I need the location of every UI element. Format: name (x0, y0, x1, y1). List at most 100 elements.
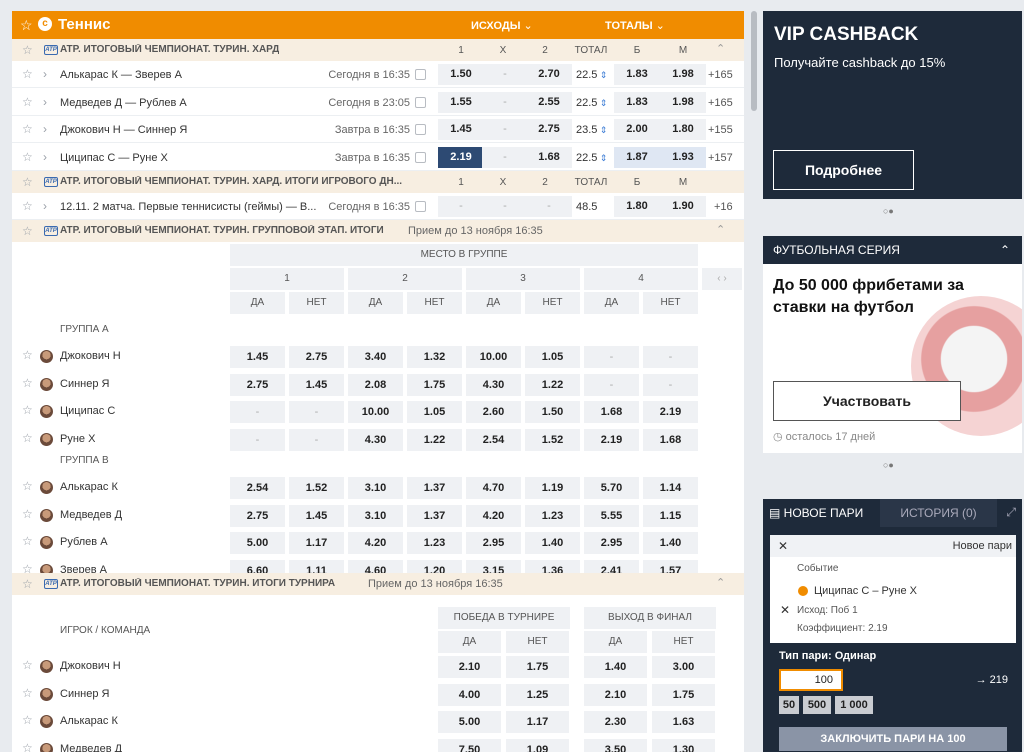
star-icon[interactable]: ☆ (22, 67, 33, 81)
odd-cell[interactable]: 2.60 (466, 401, 521, 423)
stake-input[interactable]: 100 (779, 669, 843, 691)
odd-cell[interactable]: 3.10 (348, 477, 403, 499)
quick-stake-1000[interactable]: 1 000 (835, 696, 873, 714)
odd-2[interactable]: 2.75 (526, 119, 572, 140)
stats-icon[interactable] (415, 151, 426, 163)
close-icon[interactable]: ✕ (778, 539, 788, 553)
odd-cell[interactable]: 10.00 (348, 401, 403, 423)
match-name[interactable]: 12.11. 2 матча. Первые теннисисты (геймы… (60, 201, 325, 213)
odd-cell[interactable]: - (643, 373, 698, 396)
odd-cell[interactable]: 2.95 (584, 532, 639, 554)
star-icon[interactable]: ☆ (22, 658, 33, 672)
star-icon[interactable]: ☆ (20, 17, 33, 34)
odd-cell[interactable]: 1.25 (506, 683, 569, 706)
odd-cell[interactable]: 1.22 (525, 373, 580, 396)
more-markets[interactable]: +155 (708, 124, 733, 136)
odd-cell[interactable]: 1.09 (506, 738, 569, 752)
odd-under[interactable]: 1.98 (660, 64, 706, 85)
odd-cell[interactable]: 2.30 (584, 711, 647, 733)
odd-cell[interactable]: 2.08 (348, 373, 403, 396)
odd-cell[interactable]: 1.52 (289, 477, 344, 499)
quick-stake-500[interactable]: 500 (803, 696, 831, 714)
odd-cell[interactable]: 1.32 (407, 346, 462, 368)
total-selector[interactable]: 22.5 ⇕ (576, 97, 607, 109)
star-icon[interactable]: ☆ (22, 741, 33, 752)
more-button[interactable]: Подробнее (773, 150, 914, 190)
football-series-banner[interactable]: ФУТБОЛЬНАЯ СЕРИЯ ⌃ До 50 000 фрибетами за… (763, 236, 1022, 453)
more-markets[interactable]: +165 (708, 69, 733, 81)
odd-cell[interactable]: 1.50 (525, 401, 580, 423)
football-header[interactable]: ФУТБОЛЬНАЯ СЕРИЯ ⌃ (763, 236, 1022, 264)
odd-cell[interactable]: 1.17 (506, 711, 569, 733)
odd-x[interactable]: - (482, 91, 528, 113)
stats-icon[interactable] (415, 124, 426, 135)
star-icon[interactable]: ☆ (22, 403, 33, 417)
odd-cell[interactable]: 1.63 (652, 711, 715, 733)
league-header[interactable]: ☆ ATP ATP. ИТОГОВЫЙ ЧЕМПИОНАТ. ТУРИН. ХА… (12, 171, 744, 193)
more-markets[interactable]: +165 (708, 97, 733, 109)
odd-cell[interactable]: 1.68 (643, 428, 698, 451)
up-down-icon[interactable]: ⇕ (597, 125, 608, 135)
odd-cell[interactable]: - (289, 428, 344, 451)
odd-cell[interactable]: 2.19 (584, 428, 639, 451)
odd-under[interactable]: 1.80 (660, 119, 706, 140)
total-selector[interactable]: 23.5 ⇕ (576, 124, 607, 136)
odd-cell[interactable]: 2.75 (230, 373, 285, 396)
star-icon[interactable]: ☆ (22, 224, 33, 238)
odd-under[interactable]: 1.93 (660, 146, 706, 168)
odd-cell[interactable]: 1.75 (506, 656, 569, 678)
vip-cashback-banner[interactable]: VIP CASHBACK Получайте cashback до 15% П… (763, 11, 1022, 199)
up-down-icon[interactable]: ⇕ (597, 153, 608, 163)
odd-cell[interactable]: 4.00 (438, 683, 501, 706)
carousel-dots[interactable]: ○● (883, 206, 894, 216)
odd-cell[interactable]: 3.50 (584, 738, 647, 752)
place-bet-button[interactable]: ЗАКЛЮЧИТЬ ПАРИ НА 100 (779, 727, 1007, 751)
odd-cell[interactable]: - (230, 401, 285, 423)
odd-under[interactable]: 1.98 (660, 91, 706, 113)
league-header[interactable]: ☆ ATP ATP. ИТОГОВЫЙ ЧЕМПИОНАТ. ТУРИН. ИТ… (12, 573, 744, 595)
odd-cell[interactable]: 2.54 (466, 428, 521, 451)
collapse-icon[interactable]: ⌃ (716, 576, 725, 589)
odd-cell[interactable]: 1.05 (407, 401, 462, 423)
odd-cell[interactable]: 1.19 (525, 477, 580, 499)
odd-cell[interactable]: - (230, 428, 285, 451)
odd-over[interactable]: 2.00 (614, 119, 660, 140)
bet-type[interactable]: Тип пари: Одинар (779, 650, 876, 662)
odd-x[interactable]: - (482, 64, 528, 85)
odd-cell[interactable]: 1.30 (652, 738, 715, 752)
collapse-icon[interactable]: ⌃ (716, 223, 725, 236)
odd-1[interactable]: 1.45 (438, 119, 484, 140)
tab-new-bet[interactable]: ▤ НОВОЕ ПАРИ (763, 499, 880, 527)
chevron-right-icon[interactable]: › (43, 199, 47, 213)
odd-cell[interactable]: 1.37 (407, 477, 462, 499)
scroll-arrows[interactable]: ‹ › (702, 268, 742, 290)
odd-cell[interactable]: 2.75 (289, 346, 344, 368)
stats-icon[interactable] (415, 96, 426, 108)
odd-cell[interactable]: 1.22 (407, 428, 462, 451)
match-row[interactable]: ☆ › Циципас С — Руне Х Завтра в 16:35 2.19-1… (12, 144, 744, 171)
odd-1[interactable]: - (438, 196, 484, 217)
chevron-right-icon[interactable]: › (43, 150, 47, 164)
total-selector[interactable]: 22.5 ⇕ (576, 69, 607, 81)
match-row[interactable]: ☆ › Джокович Н — Синнер Я Завтра в 16:35 1.4… (12, 116, 744, 143)
match-row[interactable]: ☆ › 12.11. 2 матча. Первые теннисисты (г… (12, 193, 744, 220)
outcomes-dropdown[interactable]: ИСХОДЫ (471, 19, 533, 32)
odd-x[interactable]: - (482, 119, 528, 140)
chevron-right-icon[interactable]: › (43, 122, 47, 136)
star-icon[interactable]: ☆ (22, 43, 33, 57)
odd-cell[interactable]: 2.19 (643, 401, 698, 423)
odd-cell[interactable]: 2.10 (584, 683, 647, 706)
odd-1[interactable]: 1.55 (438, 91, 484, 113)
match-name[interactable]: Джокович Н — Синнер Я (60, 124, 187, 136)
odd-cell[interactable]: 1.14 (643, 477, 698, 499)
odd-cell[interactable]: 1.40 (525, 532, 580, 554)
odd-cell[interactable]: 1.17 (289, 532, 344, 554)
odd-cell[interactable]: 1.40 (584, 656, 647, 678)
odd-cell[interactable]: 7.50 (438, 738, 501, 752)
star-icon[interactable]: ☆ (22, 95, 33, 109)
total-selector[interactable]: 22.5 ⇕ (576, 152, 607, 164)
odd-cell[interactable]: - (289, 401, 344, 423)
odd-cell[interactable]: 1.45 (230, 346, 285, 368)
odd-cell[interactable]: 1.52 (525, 428, 580, 451)
more-markets[interactable]: +157 (708, 152, 733, 164)
